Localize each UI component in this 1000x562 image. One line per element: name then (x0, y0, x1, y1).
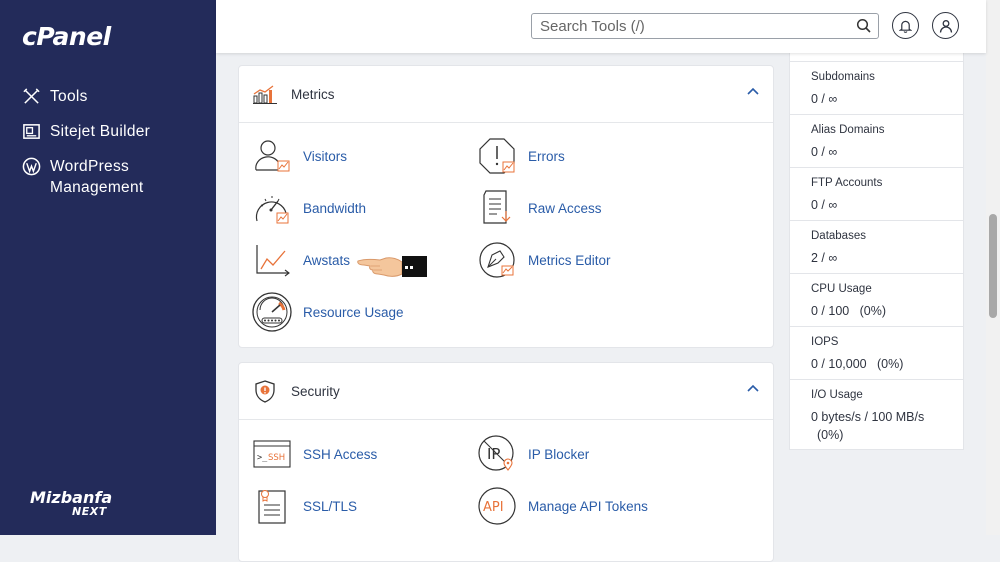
sidebar-item-label: WordPress Management (50, 158, 144, 196)
stat-alias-domains: Alias Domains 0 / ∞ (790, 114, 963, 167)
tool-label: SSH Access (303, 446, 378, 462)
notifications-button[interactable] (892, 12, 919, 39)
scrollbar-thumb[interactable] (989, 214, 997, 318)
tool-label: Raw Access (528, 200, 602, 216)
raw-access-icon (483, 190, 511, 224)
tool-metrics-editor[interactable]: Metrics Editor (477, 240, 611, 280)
chevron-up-icon[interactable] (747, 384, 759, 392)
stat-ftp-accounts: FTP Accounts 0 / ∞ (790, 167, 963, 220)
stat-value: 0 / 100 (0%) (811, 304, 887, 318)
stat-name: I/O Usage (811, 389, 863, 401)
stat-io-usage: I/O Usage 0 bytes/s / 100 MB/s (0%) (790, 379, 963, 451)
chevron-up-icon[interactable] (747, 87, 759, 95)
tool-label: Manage API Tokens (528, 498, 648, 514)
svg-text:IP: IP (487, 445, 500, 463)
stat-subdomains: Subdomains 0 / ∞ (790, 61, 963, 114)
svg-text:SSH: SSH (268, 453, 285, 463)
search-icon[interactable] (856, 18, 872, 34)
security-panel: Security >_ SSH SSH Access IP IP Blocker … (238, 362, 774, 562)
stat-name: IOPS (811, 336, 839, 348)
security-title: Security (291, 383, 340, 399)
metrics-panel-header[interactable]: Metrics (239, 66, 773, 123)
tool-ssl-tls[interactable]: SSL/TLS (252, 486, 357, 526)
stat-value: 0 bytes/s / 100 MB/s (811, 410, 925, 424)
stat-iops: IOPS 0 / 10,000 (0%) (790, 326, 963, 379)
brand-name: Mizbanfa (30, 488, 113, 507)
ip-blocker-icon: IP (478, 435, 514, 471)
cpanel-logo[interactable]: cPanel (22, 22, 111, 51)
tool-bandwidth[interactable]: Bandwidth (252, 188, 366, 228)
sidebar-item-label: Tools (50, 88, 88, 105)
tool-label: Awstats (303, 252, 351, 268)
tools-icon (23, 88, 40, 104)
resource-usage-icon (252, 292, 292, 332)
sidebar-item-sitejet[interactable]: Sitejet Builder (22, 121, 212, 142)
ssl-certificate-icon (258, 490, 286, 524)
metrics-title: Metrics (291, 86, 335, 102)
tool-visitors[interactable]: Visitors (252, 136, 347, 176)
bell-icon (899, 20, 912, 33)
svg-text:API: API (483, 500, 504, 515)
stat-value: 0 / 10,000 (0%) (811, 357, 904, 371)
wordpress-icon (22, 157, 41, 176)
tool-ssh-access[interactable]: >_ SSH SSH Access (252, 434, 377, 474)
account-stats-panel: Subdomains 0 / ∞ Alias Domains 0 / ∞ FTP… (789, 40, 964, 450)
api-icon: API (478, 487, 516, 525)
brand-logo: Mizbanfa NEXT (30, 490, 120, 518)
awstats-icon (256, 245, 290, 277)
user-menu-button[interactable] (932, 12, 959, 39)
stat-value-percent: (0%) (817, 428, 844, 442)
stat-value: 0 / ∞ (811, 198, 838, 212)
tool-label: Bandwidth (303, 200, 367, 216)
tool-awstats[interactable]: Awstats (252, 240, 350, 280)
stat-value: 0 / ∞ (811, 145, 838, 159)
sidebar-item-wordpress[interactable]: WordPress Management (22, 156, 212, 198)
tool-label: IP Blocker (528, 446, 590, 462)
tool-errors[interactable]: Errors (477, 136, 565, 176)
stat-name: Subdomains (811, 71, 875, 83)
tool-label: SSL/TLS (303, 498, 358, 514)
ssh-icon: >_ SSH (253, 440, 291, 468)
stat-name: CPU Usage (811, 283, 872, 295)
tool-label: Visitors (303, 148, 348, 164)
user-icon (939, 19, 952, 33)
sidebar-nav: Tools Sitejet Builder WordPress Manageme… (22, 86, 212, 212)
bandwidth-icon (255, 196, 289, 224)
errors-icon (479, 138, 515, 174)
metrics-icon (253, 85, 277, 104)
tool-ip-blocker[interactable]: IP IP Blocker (477, 434, 589, 474)
sidebar-item-tools[interactable]: Tools (22, 86, 212, 107)
stat-value: 2 / ∞ (811, 251, 838, 265)
sidebar: cPanel Tools Sitejet Builder WordPress M… (0, 0, 216, 535)
stat-value: 0 / ∞ (811, 92, 838, 106)
stat-name: FTP Accounts (811, 177, 883, 189)
tool-label: Resource Usage (303, 304, 404, 320)
tool-raw-access[interactable]: Raw Access (477, 188, 602, 228)
brand-suffix: NEXT (72, 505, 107, 518)
tool-resource-usage[interactable]: Resource Usage (252, 292, 404, 332)
stat-databases: Databases 2 / ∞ (790, 220, 963, 273)
pointing-hand-icon (357, 256, 427, 277)
security-panel-header[interactable]: Security (239, 363, 773, 420)
stat-name: Alias Domains (811, 124, 885, 136)
sitejet-icon (23, 124, 40, 139)
sidebar-item-label: Sitejet Builder (50, 123, 151, 140)
tool-manage-api-tokens[interactable]: API Manage API Tokens (477, 486, 648, 526)
visitors-icon (255, 140, 290, 172)
search-input[interactable] (532, 14, 848, 38)
shield-icon (255, 380, 275, 403)
metrics-editor-icon (479, 242, 515, 278)
tool-label: Errors (528, 148, 565, 164)
stat-name: Databases (811, 230, 866, 242)
metrics-panel: Metrics Visitors Errors Bandwidth Raw Ac… (238, 65, 774, 348)
stat-cpu-usage: CPU Usage 0 / 100 (0%) (790, 273, 963, 326)
top-header (216, 0, 986, 53)
svg-text:>_: >_ (257, 453, 268, 463)
search-box (531, 13, 879, 39)
tool-label: Metrics Editor (528, 252, 611, 268)
